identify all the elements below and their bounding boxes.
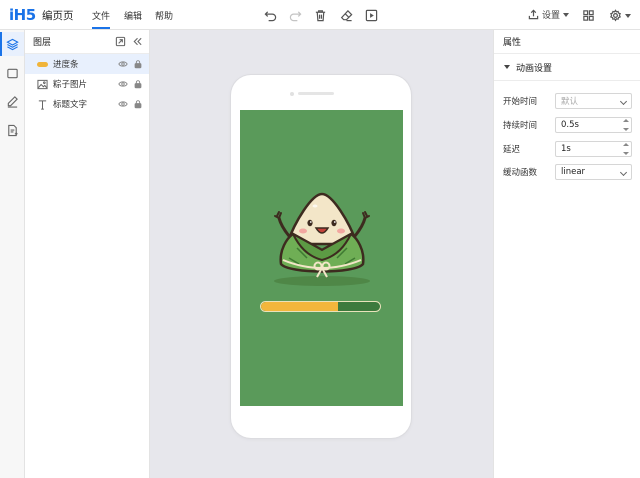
collapse-box-icon[interactable] bbox=[115, 36, 126, 47]
progress-bar-icon bbox=[37, 61, 48, 67]
properties-panel: 属性 动画设置 开始时间 默认 持续时间 0.5s 延迟 1s 缓动函数 lin… bbox=[493, 30, 640, 478]
grid-icon[interactable] bbox=[581, 8, 595, 22]
settings-label: 设置 bbox=[542, 11, 561, 21]
phone-frame bbox=[231, 75, 411, 438]
delay-label: 延迟 bbox=[503, 145, 521, 155]
lock-icon[interactable] bbox=[133, 79, 143, 89]
easing-row: 缓动函数 linear bbox=[503, 164, 633, 180]
phone-camera bbox=[290, 92, 294, 96]
document-add-icon bbox=[7, 124, 18, 136]
menu-file[interactable]: 文件 bbox=[92, 9, 111, 29]
layers-tool-button[interactable] bbox=[0, 32, 24, 56]
eraser-icon[interactable] bbox=[339, 8, 353, 22]
pen-icon bbox=[7, 95, 18, 108]
layers-header: 图层 bbox=[25, 30, 149, 54]
animation-section-header[interactable]: 动画设置 bbox=[494, 54, 640, 81]
double-chevron-left-icon[interactable] bbox=[132, 36, 143, 47]
undo-icon[interactable] bbox=[263, 8, 277, 22]
settings-button[interactable]: 设置 bbox=[528, 8, 570, 21]
layers-icon bbox=[5, 38, 19, 50]
chevron-down-icon bbox=[563, 12, 570, 17]
easing-select[interactable]: linear bbox=[555, 164, 632, 180]
redo-icon[interactable] bbox=[288, 8, 302, 22]
gear-chevron-down-icon[interactable] bbox=[625, 14, 631, 18]
pages-tool-button[interactable] bbox=[0, 118, 24, 142]
duration-stepper[interactable] bbox=[623, 119, 629, 131]
shape-tool-button[interactable] bbox=[0, 61, 24, 85]
delete-icon[interactable] bbox=[313, 8, 327, 22]
upload-icon bbox=[528, 9, 539, 20]
square-icon bbox=[6, 68, 18, 78]
gear-icon[interactable] bbox=[608, 8, 622, 22]
design-canvas[interactable] bbox=[150, 30, 493, 478]
delay-row: 延迟 1s bbox=[503, 141, 633, 157]
layer-item-label: 粽子图片 bbox=[53, 80, 88, 90]
eye-icon[interactable] bbox=[118, 59, 128, 69]
lock-icon[interactable] bbox=[133, 99, 143, 109]
progress-bar-fill bbox=[261, 302, 339, 311]
phone-screen[interactable] bbox=[240, 110, 403, 406]
eye-icon[interactable] bbox=[118, 79, 128, 89]
duration-label: 持续时间 bbox=[503, 121, 538, 131]
phone-speaker bbox=[298, 92, 334, 95]
layer-item-progress[interactable]: 进度条 bbox=[25, 54, 149, 74]
easing-label: 缓动函数 bbox=[503, 168, 538, 178]
start-time-row: 开始时间 默认 bbox=[503, 93, 633, 109]
left-toolstrip bbox=[0, 30, 25, 478]
image-icon bbox=[37, 79, 48, 90]
layers-title: 图层 bbox=[33, 38, 52, 48]
chevron-down-icon bbox=[619, 168, 628, 177]
animation-section-title: 动画设置 bbox=[516, 63, 553, 74]
progress-bar[interactable] bbox=[260, 301, 381, 312]
layer-item-title-text[interactable]: 标题文字 bbox=[25, 94, 149, 114]
app-title: 编页页 bbox=[42, 10, 74, 22]
zongzi-image[interactable] bbox=[267, 176, 377, 286]
layer-item-label: 进度条 bbox=[53, 60, 79, 70]
app-logo: iH5 bbox=[9, 6, 36, 24]
menu-edit[interactable]: 编辑 bbox=[124, 9, 142, 22]
layers-panel: 图层 进度条 粽子图片 标题文字 bbox=[25, 30, 150, 478]
triangle-down-icon bbox=[504, 65, 510, 69]
pen-tool-button[interactable] bbox=[0, 89, 24, 113]
menu-help[interactable]: 帮助 bbox=[155, 9, 173, 22]
layer-item-zongzi-image[interactable]: 粽子图片 bbox=[25, 74, 149, 94]
duration-row: 持续时间 0.5s bbox=[503, 117, 633, 133]
lock-icon[interactable] bbox=[133, 59, 143, 69]
top-bar: iH5 编页页 文件 编辑 帮助 设置 bbox=[0, 0, 640, 30]
text-icon bbox=[37, 99, 48, 110]
delay-input[interactable]: 1s bbox=[555, 141, 632, 157]
preview-play-icon[interactable] bbox=[364, 8, 378, 22]
properties-title: 属性 bbox=[494, 30, 640, 54]
duration-input[interactable]: 0.5s bbox=[555, 117, 632, 133]
layer-item-label: 标题文字 bbox=[53, 100, 88, 110]
delay-stepper[interactable] bbox=[623, 143, 629, 155]
chevron-down-icon bbox=[619, 97, 628, 106]
start-time-label: 开始时间 bbox=[503, 97, 538, 107]
start-time-select[interactable]: 默认 bbox=[555, 93, 632, 109]
eye-icon[interactable] bbox=[118, 99, 128, 109]
